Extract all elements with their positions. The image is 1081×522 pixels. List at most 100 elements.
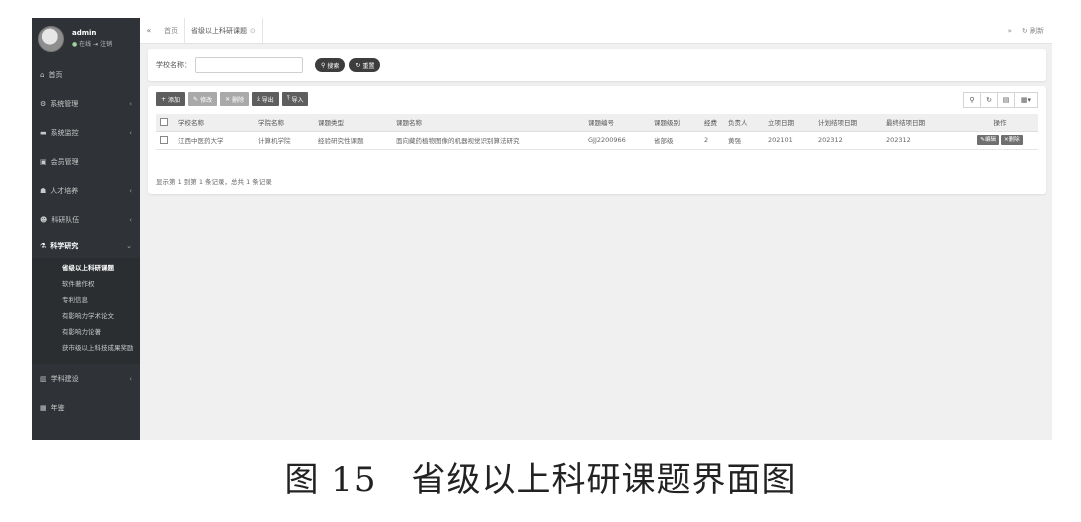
sidebar-item-items_after0[interactable]: ▥ 学科建设 ‹ [32,364,140,393]
sidebar-item-items2[interactable]: ▬ 系统监控 ‹ [32,118,140,147]
sidebar-item-label: 人才培养 [50,186,79,195]
users-icon: ☻ [40,215,48,224]
table-cell: 2 [700,131,724,150]
submenu-item[interactable]: 有影响力学术论文 [32,308,140,324]
toggle-view-icon[interactable]: ▤ [997,92,1015,108]
sidebar-item-items3[interactable]: ▣ 会员管理 [32,147,140,176]
table-cell: 经验研究性课题 [314,131,392,150]
search-icon: ⚲ [321,61,326,69]
table-panel: + 添加 ✎ 修改 ✕ 删除 ⤓ 导出 ⤒ 导入 ⚲ ↻ ▤ ▦▾ 学校名称 学院名称 课题类… [148,86,1046,194]
submenu-item[interactable]: 软件著作权 [32,276,140,292]
row-checkbox[interactable] [160,136,168,144]
column-header[interactable]: 学院名称 [254,114,314,132]
avatar [38,26,64,52]
add-button[interactable]: + 添加 [156,92,186,106]
chevron-left-icon: ‹ [129,186,132,195]
submenu-item[interactable]: 省级以上科研课题 [32,260,140,276]
column-header[interactable]: 立项日期 [764,114,814,132]
sidebar-item-label: 学科建设 [50,374,79,383]
sidebar-item-items4[interactable]: ☗ 人才培养 ‹ [32,176,140,205]
column-header[interactable]: 操作 [962,114,1038,132]
table-cell: 202101 [764,131,814,150]
submenu-item[interactable]: 专利信息 [32,292,140,308]
column-header[interactable]: 经费 [700,114,724,132]
gear-icon: ⚙ [40,99,47,108]
row-actions: ✎编辑 ✕删除 [962,131,1038,150]
tabs-prev-icon[interactable]: « [140,26,158,35]
flask-icon: ⚗ [40,242,47,250]
sidebar-item-label: 首页 [48,70,63,79]
card-icon: ▣ [40,157,47,166]
sidebar-item-label: 系统管理 [50,99,79,108]
pagination-info: 显示第 1 到第 1 条记录，总共 1 条记录 [156,178,272,186]
logout-icon[interactable]: ⇥ [93,41,98,48]
table-cell: 计算机学院 [254,131,314,150]
calendar-icon: ▦ [40,403,47,412]
edit-button[interactable]: ✎ 修改 [188,92,218,106]
delete-button[interactable]: ✕ 删除 [220,92,250,106]
tab-research-projects[interactable]: 省级以上科研课题 ⊙ [184,18,263,43]
column-header[interactable]: 课题级别 [650,114,700,132]
reset-button[interactable]: ↻ 重置 [349,58,381,72]
column-header[interactable]: 最终结项日期 [882,114,962,132]
home-icon: ⌂ [40,70,45,79]
search-button[interactable]: ⚲ 搜索 [315,58,346,72]
table-cell: 省部级 [650,131,700,150]
export-button[interactable]: ⤓ 导出 [252,92,279,106]
data-table: 学校名称 学院名称 课题类型 课题名称 课题编号 课题级别 经费 负责人 立项日期 计划结项日期最… [156,114,1038,150]
column-header[interactable]: 课题名称 [392,114,584,132]
import-button[interactable]: ⤒ 导入 [281,92,309,106]
search-toggle-icon[interactable]: ⚲ [963,92,981,108]
sidebar-item-items5[interactable]: ☻ 科研队伍 ‹ [32,205,140,234]
sidebar-item-label: 系统监控 [50,128,79,137]
table-cell: 202312 [882,131,962,150]
grad-cap-icon: ☗ [40,186,47,195]
row-delete-button[interactable]: ✕删除 [1001,135,1023,145]
table-cell: 面向藏药植物图像的机器视觉识别算法研究 [392,131,584,150]
column-header[interactable]: 课题类型 [314,114,392,132]
submenu-item[interactable]: 有影响力论著 [32,324,140,340]
column-header[interactable]: 计划结项日期 [814,114,882,132]
user-panel: admin ● 在线 ⇥ 注销 [32,18,140,60]
table-cell: GJJ2200966 [584,131,650,150]
logout-link[interactable]: 注销 [100,41,112,48]
columns-menu-icon[interactable]: ▦▾ [1014,92,1038,108]
user-status: ● 在线 ⇥ 注销 [72,39,112,50]
sidebar-item-research[interactable]: ⚗ 科学研究 ⌄ [32,234,140,258]
column-header[interactable]: 学校名称 [174,114,254,132]
submenu-item[interactable]: 获市级以上科技成果奖励 [32,340,140,356]
sidebar-item-items0[interactable]: ⌂ 首页 [32,60,140,89]
refresh-icon: ↻ [1021,26,1028,35]
search-panel: 学校名称： ⚲ 搜索 ↻ 重置 [148,49,1046,81]
monitor-icon: ▬ [40,128,47,137]
chevron-left-icon: ‹ [129,99,132,108]
refresh-table-icon[interactable]: ↻ [980,92,998,108]
select-all-checkbox[interactable] [160,118,168,127]
sidebar-item-items_after1[interactable]: ▦ 年鉴 [32,393,140,422]
sidebar-item-label: 科学研究 [50,242,79,250]
school-name-input[interactable] [195,57,303,73]
column-header[interactable]: 课题编号 [584,114,650,132]
chevron-left-icon: ‹ [129,128,132,137]
close-icon[interactable]: ⊙ [250,27,256,35]
table-cell: 黄强 [724,131,764,150]
table-tools: ⚲ ↻ ▤ ▦▾ [963,92,1038,108]
tab-home[interactable]: 首页 [158,18,184,43]
app-window: admin ● 在线 ⇥ 注销 ⌂ 首页 ⚙ 系统管理 ‹ ▬ 系统监控 ‹ ▣ 会员管理 ☗ 人才培… [32,18,1052,440]
refresh-button[interactable]: ↻ 刷新 [1022,26,1044,36]
table-row[interactable]: 江西中医药大学 计算机学院 经验研究性课题 面向藏药植物图像的机器视觉识别算法研究 GJ… [156,131,1038,150]
row-edit-button[interactable]: ✎编辑 [977,135,999,145]
sidebar-item-label: 年鉴 [50,403,65,412]
tabs-next-icon[interactable]: » [1008,27,1012,35]
table-cell: 202312 [814,131,882,150]
chevron-down-icon: ⌄ [126,242,132,250]
sidebar-item-label: 会员管理 [50,157,79,166]
sidebar: admin ● 在线 ⇥ 注销 ⌂ 首页 ⚙ 系统管理 ‹ ▬ 系统监控 ‹ ▣ 会员管理 ☗ 人才培… [32,18,140,440]
online-dot-icon: ● [72,41,78,48]
sidebar-item-items1[interactable]: ⚙ 系统管理 ‹ [32,89,140,118]
tab-bar: « 首页 省级以上科研课题 ⊙ » ↻ 刷新 [140,18,1052,44]
user-name: admin [72,29,97,37]
column-header[interactable]: 负责人 [724,114,764,132]
table-cell: 江西中医药大学 [174,131,254,150]
x-icon: ✕ [225,95,231,103]
